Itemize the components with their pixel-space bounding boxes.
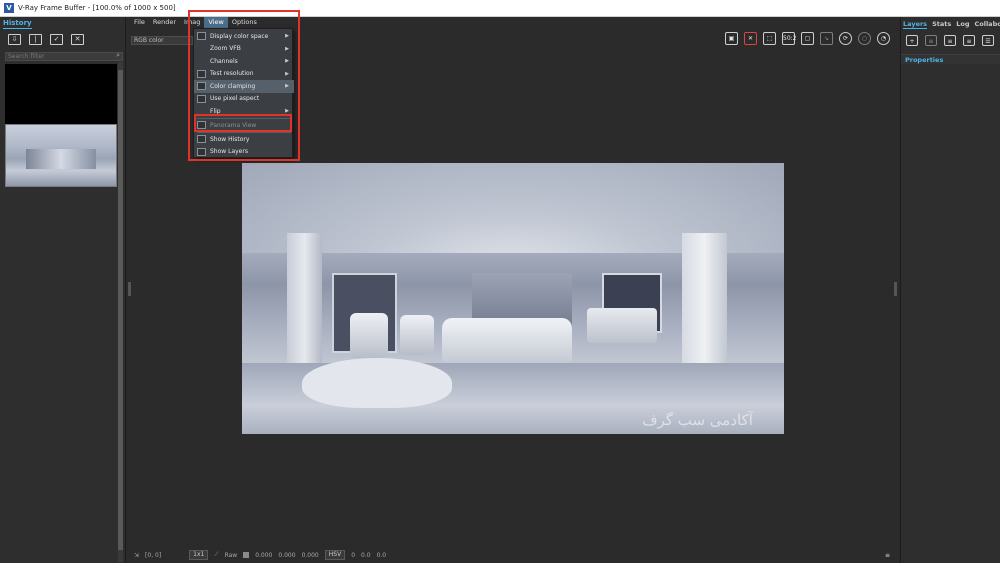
window-title: V-Ray Frame Buffer - [100.0% of 1000 x 5… — [18, 4, 176, 12]
history-search-input[interactable]: Search filter ⌕ — [5, 52, 123, 61]
history-panel: History ⇩ | ✓ ✕ Search filter ⌕ — [0, 17, 126, 563]
watermark-text: آکادمی سب گرف — [642, 411, 753, 429]
raw-value-b: 0.000 — [301, 551, 319, 559]
tab-log[interactable]: Log — [956, 20, 969, 29]
layers-panel: Layers Stats Log Collaborat + ≡ ≡ ≡ ☰ Pr… — [900, 17, 1000, 563]
zoom-select[interactable]: 1x1 — [189, 550, 209, 560]
history-toolbar: ⇩ | ✓ ✕ — [8, 34, 84, 45]
render-armchair — [350, 313, 388, 358]
render-armchair — [400, 315, 434, 355]
annotation-highlight-panorama — [194, 114, 292, 132]
stop-render-icon[interactable]: ○ — [858, 32, 871, 45]
search-icon[interactable]: ⌕ — [116, 52, 120, 59]
rendered-panorama-image: آکادمی سب گرف — [242, 163, 784, 434]
delete-layer-icon[interactable]: ≡ — [925, 35, 937, 46]
tab-history[interactable]: History — [3, 19, 32, 29]
statusbar: ⇲ [0, 0] 1x1 ⟋ Raw 0.000 0.000 0.000 HSV… — [130, 548, 900, 562]
hsv-value-s: 0.0 — [361, 551, 371, 559]
history-item-empty[interactable] — [5, 64, 117, 124]
interactive-render-icon[interactable]: ⟳ — [839, 32, 852, 45]
layers-menu-icon[interactable]: ☰ — [982, 35, 994, 46]
add-layer-icon[interactable]: + — [906, 35, 918, 46]
main-toolbar: ▣ ✕ ⬚ 50:2 ▢ ↘ ⟳ ○ ◔ — [725, 32, 890, 45]
channel-select[interactable]: RGB color — [131, 36, 193, 45]
render-curtain-right — [682, 233, 727, 363]
menu-file[interactable]: File — [130, 17, 149, 28]
layers-toolbar: + ≡ ≡ ≡ ☰ — [906, 35, 994, 46]
history-scrollbar[interactable] — [118, 62, 123, 562]
zoom-level-badge[interactable]: 50:2 — [782, 32, 796, 45]
thumbnail-room-image — [26, 149, 96, 169]
lens-effects-icon[interactable]: ▢ — [801, 32, 814, 45]
pixel-coords: [0, 0] — [145, 551, 162, 559]
tab-collaborate[interactable]: Collaborat — [974, 20, 1000, 29]
properties-header: Properties — [901, 54, 1000, 64]
compare-ab-icon[interactable]: | — [29, 34, 42, 45]
left-splitter-handle[interactable] — [128, 282, 131, 296]
hsv-value-h: 0 — [351, 551, 356, 559]
render-sofa — [442, 318, 572, 363]
hsv-value-v: 0.0 — [376, 551, 387, 559]
right-panel-tabs: Layers Stats Log Collaborat — [903, 20, 1000, 29]
render-dining-table — [587, 308, 657, 343]
raw-value-r: 0.000 — [255, 551, 273, 559]
start-render-icon[interactable]: ◔ — [877, 32, 890, 45]
save-to-history-icon[interactable]: ⇩ — [8, 34, 21, 45]
scrollbar-thumb[interactable] — [118, 70, 123, 550]
window-titlebar: V V-Ray Frame Buffer - [100.0% of 1000 x… — [0, 0, 1000, 17]
render-rug — [302, 358, 452, 408]
color-mode-select[interactable]: HSV — [324, 550, 346, 560]
tab-stats[interactable]: Stats — [932, 20, 951, 29]
load-image-icon[interactable]: ✓ — [50, 34, 63, 45]
save-image-icon[interactable]: ▣ — [725, 32, 738, 45]
color-picker-icon[interactable]: ⟋ — [214, 551, 218, 559]
region-render-icon[interactable]: ⬚ — [763, 32, 776, 45]
save-all-icon[interactable]: ✕ — [744, 32, 757, 45]
annotation-highlight-menu — [188, 10, 300, 161]
raw-label: Raw — [224, 551, 238, 559]
track-mouse-icon[interactable]: ↘ — [820, 32, 833, 45]
pointer-icon: ⇲ — [134, 551, 140, 559]
raw-value-g: 0.000 — [278, 551, 296, 559]
load-layers-icon[interactable]: ≡ — [963, 35, 975, 46]
log-toggle-icon[interactable]: ≡ — [885, 552, 890, 559]
history-item-thumbnail[interactable] — [5, 124, 117, 187]
save-layers-icon[interactable]: ≡ — [944, 35, 956, 46]
right-splitter-handle[interactable] — [894, 282, 897, 296]
raw-color-swatch — [243, 552, 250, 558]
menu-render[interactable]: Render — [149, 17, 180, 28]
render-curtain-left — [287, 233, 322, 363]
clear-history-icon[interactable]: ✕ — [71, 34, 84, 45]
tab-layers[interactable]: Layers — [903, 20, 928, 29]
search-placeholder: Search filter — [8, 53, 45, 60]
vray-logo-icon: V — [4, 3, 14, 13]
